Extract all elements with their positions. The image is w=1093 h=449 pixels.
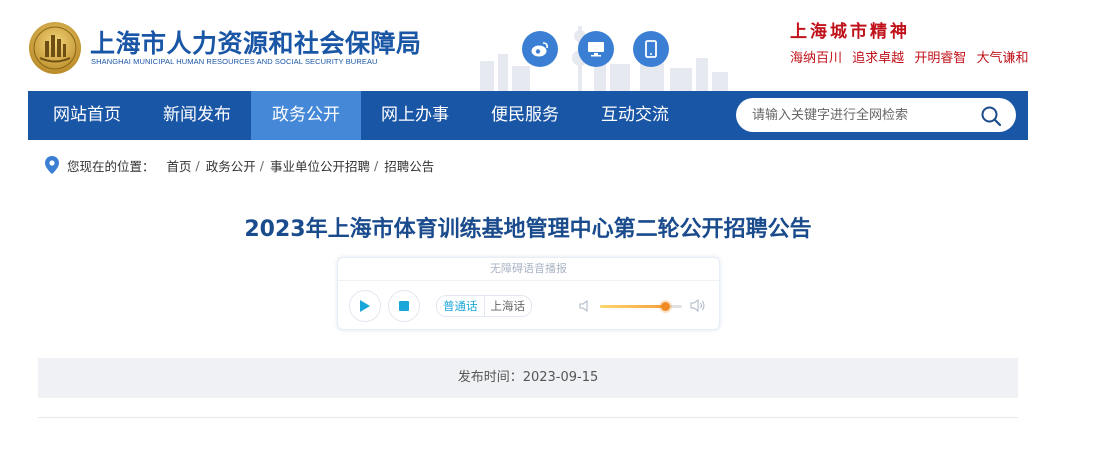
- site-name-english: SHANGHAI MUNICIPAL HUMAN RESOURCES AND S…: [91, 57, 378, 66]
- search-icon[interactable]: [980, 105, 1002, 127]
- bureau-emblem-icon[interactable]: [28, 21, 82, 75]
- mobile-button[interactable]: [633, 31, 669, 67]
- lang-mandarin-button[interactable]: 普通话: [437, 296, 485, 316]
- spirit-item: 海纳百川: [790, 51, 843, 66]
- nav-item-public-services[interactable]: 便民服务: [470, 91, 580, 140]
- spirit-item: 追求卓越: [852, 51, 905, 66]
- location-pin-icon: [45, 156, 59, 174]
- volume-high-icon[interactable]: [690, 298, 706, 313]
- city-spirit-title: 上海城市精神: [790, 22, 910, 42]
- spirit-item: 大气谦和: [976, 51, 1029, 66]
- language-switch: 普通话 上海话: [436, 295, 532, 317]
- breadcrumb-item-announcement[interactable]: 招聘公告: [384, 156, 434, 175]
- site-name[interactable]: 上海市人力资源和社会保障局: [90, 24, 422, 60]
- main-nav: 网站首页 新闻发布 政务公开 网上办事 便民服务 互动交流: [28, 91, 1028, 140]
- stop-icon: [399, 301, 409, 311]
- breadcrumb-label: 您现在的位置：: [67, 158, 155, 174]
- publish-date: 发布时间：2023-09-15: [457, 370, 599, 385]
- play-button[interactable]: [349, 290, 381, 322]
- accessibility-audio-player: 无障碍语音播报 普通话 上海话: [337, 257, 720, 330]
- breadcrumb-item-government-affairs[interactable]: 政务公开: [206, 156, 256, 175]
- volume-slider[interactable]: [600, 302, 682, 311]
- breadcrumb: 您现在的位置： 首页 / 政务公开 / 事业单位公开招聘 / 招聘公告: [45, 155, 434, 175]
- spirit-item: 开明睿智: [914, 51, 967, 66]
- publish-date-bar: 发布时间：2023-09-15: [38, 358, 1018, 398]
- breadcrumb-separator: /: [259, 157, 264, 173]
- volume-slider-fill: [600, 305, 666, 308]
- breadcrumb-separator: /: [195, 157, 200, 173]
- breadcrumb-item-home[interactable]: 首页: [167, 156, 192, 175]
- lang-shanghainese-button[interactable]: 上海话: [485, 296, 532, 316]
- nav-item-home[interactable]: 网站首页: [32, 91, 142, 140]
- nav-item-interaction[interactable]: 互动交流: [580, 91, 690, 140]
- computer-icon: [588, 42, 604, 57]
- volume-slider-handle[interactable]: [661, 302, 671, 311]
- mobile-icon: [645, 40, 657, 58]
- article-title: 2023年上海市体育训练基地管理中心第二轮公开招聘公告: [244, 217, 812, 242]
- player-header: 无障碍语音播报: [338, 258, 719, 281]
- search-box: [736, 98, 1016, 132]
- breadcrumb-separator: /: [374, 157, 379, 173]
- play-icon: [360, 300, 370, 312]
- site-header: 上海市人力资源和社会保障局 SHANGHAI MUNICIPAL HUMAN R…: [0, 0, 1093, 91]
- nav-item-online-services[interactable]: 网上办事: [360, 91, 470, 140]
- weibo-icon: [531, 42, 548, 57]
- volume-low-icon[interactable]: [579, 300, 591, 312]
- content-divider: [38, 417, 1018, 418]
- stop-button[interactable]: [388, 290, 420, 322]
- search-input[interactable]: [752, 98, 972, 132]
- weibo-button[interactable]: [522, 31, 558, 67]
- nav-item-government-affairs[interactable]: 政务公开: [251, 91, 361, 140]
- nav-item-news[interactable]: 新闻发布: [142, 91, 252, 140]
- computer-button[interactable]: [578, 31, 614, 67]
- city-spirit-slogans: 海纳百川 追求卓越 开明睿智 大气谦和: [790, 47, 1034, 66]
- breadcrumb-item-recruitment[interactable]: 事业单位公开招聘: [270, 156, 370, 175]
